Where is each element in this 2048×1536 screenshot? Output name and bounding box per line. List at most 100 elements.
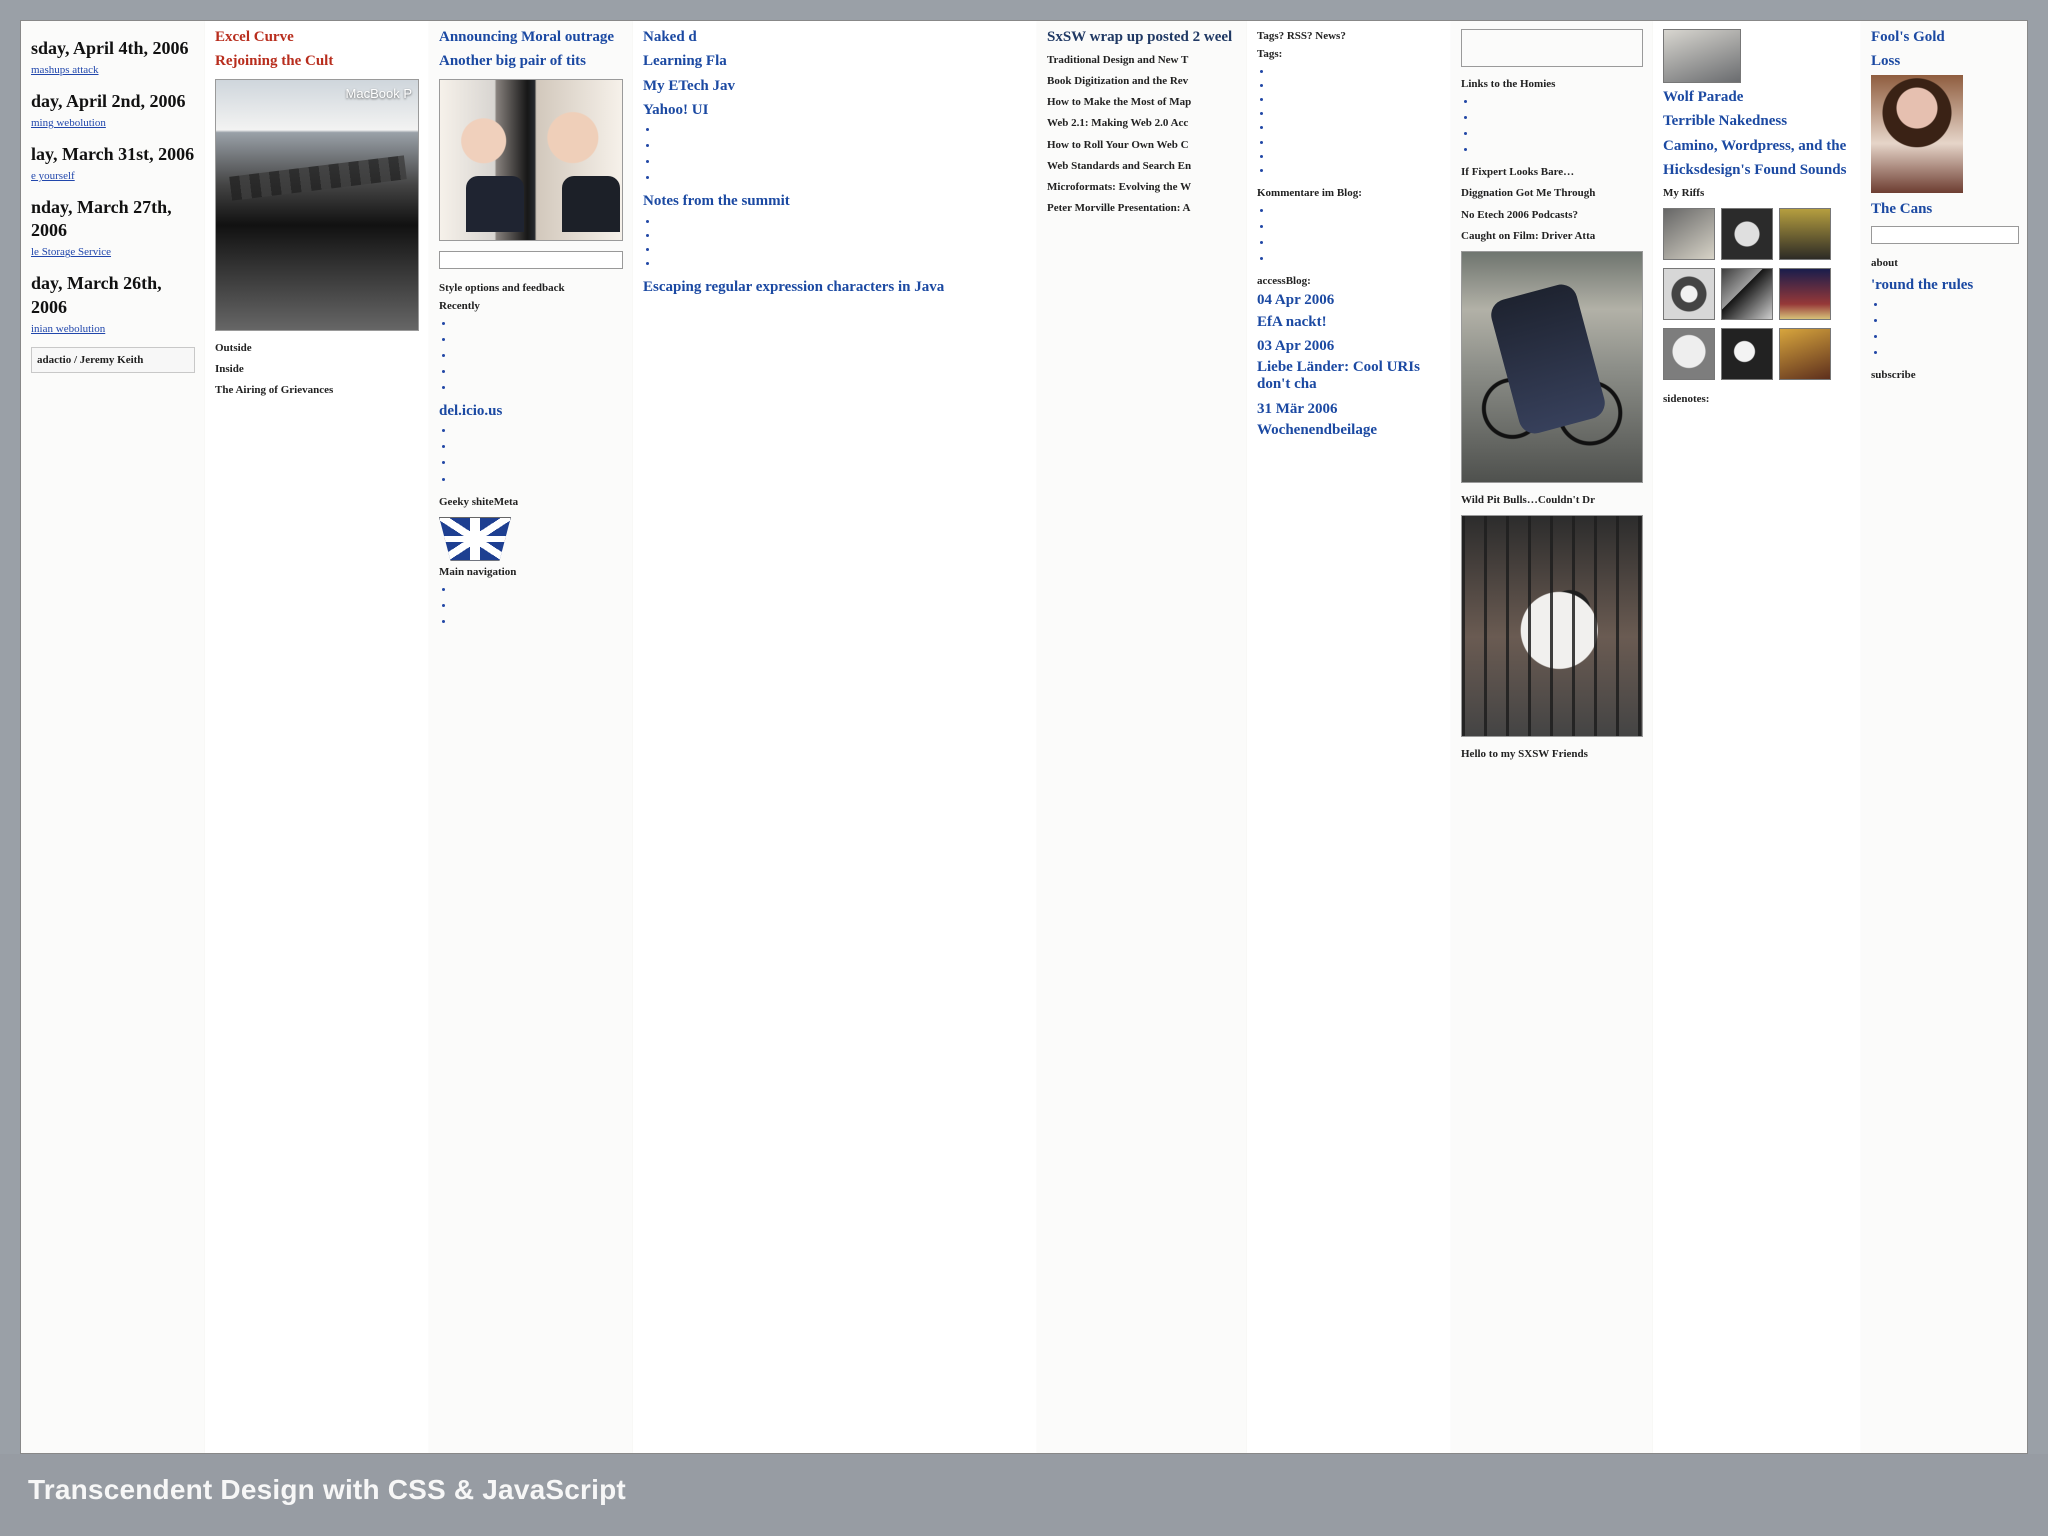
tag-item[interactable] xyxy=(1273,93,1441,107)
regex-title[interactable]: Escaping regular expression characters i… xyxy=(643,279,1027,296)
tag-item[interactable] xyxy=(1273,164,1441,178)
tag-item[interactable] xyxy=(1273,79,1441,93)
comment-item[interactable] xyxy=(1273,220,1441,234)
leaders-photo xyxy=(439,78,623,241)
diggnation-heading: Diggnation Got Me Through xyxy=(1461,187,1596,200)
album-cover[interactable] xyxy=(1779,208,1831,261)
recently-list xyxy=(439,317,623,395)
album-cover[interactable] xyxy=(1663,268,1715,321)
rules-item[interactable] xyxy=(1887,298,2019,312)
moral-outrage-title[interactable]: Announcing Moral outrage xyxy=(439,29,623,46)
summit-name-item[interactable] xyxy=(659,215,1027,229)
sxsw-friends-heading: Hello to my SXSW Friends xyxy=(1461,747,1588,760)
delicious-title[interactable]: del.icio.us xyxy=(439,403,623,420)
album-grid xyxy=(1663,208,1851,381)
tag-item[interactable] xyxy=(1273,150,1441,164)
signature-box: adactio / Jeremy Keith xyxy=(31,346,195,373)
wochenendbeilage-link[interactable]: Wochenendbeilage xyxy=(1257,422,1441,439)
traditional-design-heading: Traditional Design and New T xyxy=(1047,54,1189,67)
round-the-rules-title[interactable]: 'round the rules xyxy=(1871,277,2019,294)
delicious-item[interactable] xyxy=(455,456,623,470)
tag-item[interactable] xyxy=(1273,107,1441,121)
album-cover[interactable] xyxy=(1721,328,1773,381)
column-3: Announcing Moral outrage Another big pai… xyxy=(429,21,633,1453)
livesearch-input[interactable] xyxy=(439,250,623,269)
comment-item[interactable] xyxy=(1273,236,1441,250)
summit-name-item[interactable] xyxy=(659,243,1027,257)
fools-gold-title[interactable]: Fool's Gold xyxy=(1871,29,2019,46)
liebe-laender-link[interactable]: Liebe Länder: Cool URIs don't cha xyxy=(1257,359,1441,394)
column-4-bullet[interactable] xyxy=(659,171,1027,185)
post-link-4[interactable]: le Storage Service xyxy=(31,245,111,259)
homie-link[interactable] xyxy=(1477,95,1643,109)
excel-curve-title[interactable]: Excel Curve xyxy=(215,29,419,46)
recently-item[interactable] xyxy=(455,349,623,363)
album-cover[interactable] xyxy=(1663,328,1715,381)
bike-photo xyxy=(1461,250,1643,483)
album-cover[interactable] xyxy=(1779,328,1831,381)
recently-item[interactable] xyxy=(455,381,623,395)
date-link-3[interactable]: 31 Mär 2006 xyxy=(1257,401,1441,418)
column-4-bullet[interactable] xyxy=(659,139,1027,153)
post-link-1[interactable]: mashups attack xyxy=(31,63,99,77)
album-cover[interactable] xyxy=(1663,208,1715,261)
album-cover[interactable] xyxy=(1721,268,1773,321)
sxsw-wrap-up-title[interactable]: SxSW wrap up posted 2 weel xyxy=(1047,29,1237,46)
sidebar-search-input[interactable] xyxy=(1871,225,2019,244)
terrible-nakedness-title[interactable]: Terrible Nakedness xyxy=(1663,113,1851,130)
loss-title[interactable]: Loss xyxy=(1871,53,2019,70)
post-link-2[interactable]: ming webolution xyxy=(31,116,106,130)
tag-item[interactable] xyxy=(1273,65,1441,79)
nav-item[interactable] xyxy=(455,583,623,597)
etech-title[interactable]: My ETech Jav xyxy=(643,78,1027,95)
post-link-3[interactable]: e yourself xyxy=(31,169,75,183)
fixpert-heading: If Fixpert Looks Bare… xyxy=(1461,166,1575,179)
homie-link[interactable] xyxy=(1477,127,1643,141)
delicious-item[interactable] xyxy=(455,424,623,438)
roll-your-own-heading: How to Roll Your Own Web C xyxy=(1047,138,1189,151)
delicious-list xyxy=(439,424,623,486)
proud-member-badge xyxy=(439,516,511,561)
comment-item[interactable] xyxy=(1273,204,1441,218)
rules-item[interactable] xyxy=(1887,330,2019,344)
date-heading-2: day, April 2nd, 2006 xyxy=(31,91,186,112)
date-link-2[interactable]: 03 Apr 2006 xyxy=(1257,338,1441,355)
summit-name-item[interactable] xyxy=(659,229,1027,243)
camino-title[interactable]: Camino, Wordpress, and the xyxy=(1663,138,1851,155)
naked-title[interactable]: Naked d xyxy=(643,29,1027,46)
nav-item[interactable] xyxy=(455,599,623,613)
delicious-item[interactable] xyxy=(455,473,623,487)
recently-item[interactable] xyxy=(455,365,623,379)
column-4-bullets xyxy=(643,123,1027,185)
efa-link[interactable]: EfA nackt! xyxy=(1257,314,1441,331)
the-cans-title[interactable]: The Cans xyxy=(1871,201,2019,218)
album-cover[interactable] xyxy=(1779,268,1831,321)
column-4-bullet[interactable] xyxy=(659,123,1027,137)
learning-flash-title[interactable]: Learning Fla xyxy=(643,53,1027,70)
yahoo-ui-title[interactable]: Yahoo! UI xyxy=(643,102,1027,119)
web21-heading: Web 2.1: Making Web 2.0 Acc xyxy=(1047,117,1189,130)
date-link-1[interactable]: 04 Apr 2006 xyxy=(1257,292,1441,309)
album-cover[interactable] xyxy=(1721,208,1773,261)
found-sounds-title[interactable]: Hicksdesign's Found Sounds xyxy=(1663,162,1851,179)
rejoining-cult-title[interactable]: Rejoining the Cult xyxy=(215,53,419,70)
rules-item[interactable] xyxy=(1887,346,2019,360)
delicious-item[interactable] xyxy=(455,440,623,454)
column-4-bullet[interactable] xyxy=(659,155,1027,169)
tag-item[interactable] xyxy=(1273,136,1441,150)
summit-notes-title[interactable]: Notes from the summit xyxy=(643,193,1027,210)
wolf-parade-title[interactable]: Wolf Parade xyxy=(1663,89,1851,106)
main-navigation-heading: Main navigation xyxy=(439,565,517,578)
summit-name-item[interactable] xyxy=(659,257,1027,271)
rules-item[interactable] xyxy=(1887,314,2019,328)
homie-link[interactable] xyxy=(1477,111,1643,125)
recently-item[interactable] xyxy=(455,333,623,347)
tag-item[interactable] xyxy=(1273,121,1441,135)
post-link-5[interactable]: inian webolution xyxy=(31,322,105,336)
big-pair-title[interactable]: Another big pair of tits xyxy=(439,53,623,70)
homie-link[interactable] xyxy=(1477,143,1643,157)
comment-item[interactable] xyxy=(1273,252,1441,266)
recently-item[interactable] xyxy=(455,317,623,331)
nav-item[interactable] xyxy=(455,615,623,629)
my-riffs-heading: My Riffs xyxy=(1663,187,1705,199)
